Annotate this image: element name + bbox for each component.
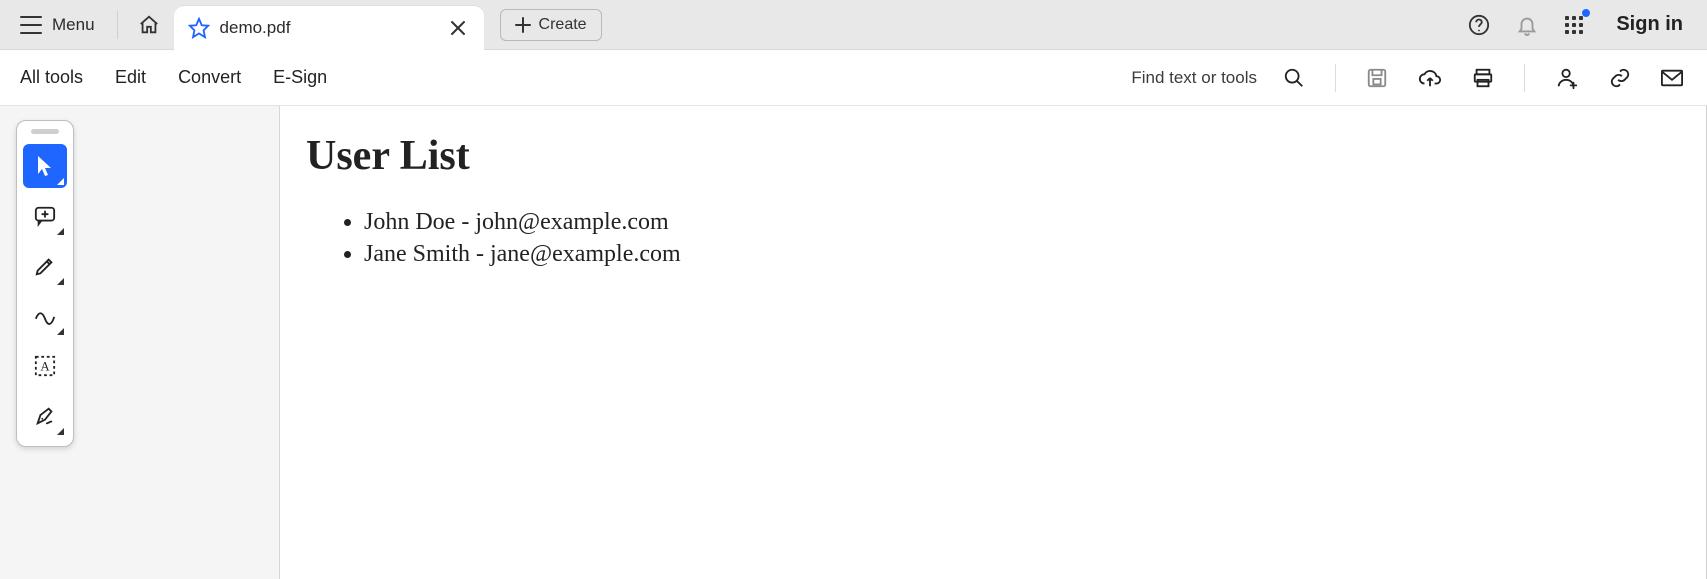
share-user-button[interactable] — [1551, 62, 1583, 94]
page-heading: User List — [306, 132, 1680, 180]
create-button[interactable]: Create — [500, 9, 602, 41]
tab-title: demo.pdf — [220, 18, 291, 38]
help-button[interactable] — [1464, 10, 1494, 40]
menu-button[interactable]: Menu — [14, 11, 101, 39]
envelope-icon — [1661, 69, 1683, 87]
sign-in-button[interactable]: Sign in — [1606, 13, 1693, 36]
text-select-icon: A — [34, 355, 56, 377]
topbar-right: Sign in — [1464, 10, 1693, 40]
fountain-pen-icon — [34, 405, 56, 427]
main-toolbar: All tools Edit Convert E-Sign Find text … — [0, 50, 1707, 106]
submenu-indicator-icon — [57, 228, 64, 235]
divider — [1335, 64, 1336, 92]
select-tool[interactable] — [23, 144, 67, 188]
user-list: John Doe - john@example.com Jane Smith -… — [306, 206, 1680, 271]
print-icon — [1472, 67, 1494, 89]
plus-icon — [515, 17, 531, 33]
search-icon — [1283, 67, 1305, 89]
document-tab[interactable]: demo.pdf — [174, 6, 484, 50]
submenu-indicator-icon — [57, 328, 64, 335]
comment-tool[interactable] — [23, 194, 67, 238]
search-button[interactable] — [1279, 63, 1309, 93]
submenu-indicator-icon — [57, 428, 64, 435]
divider — [117, 11, 118, 39]
text-select-tool[interactable]: A — [23, 344, 67, 388]
left-sidebar: A — [0, 106, 280, 579]
draw-freehand-icon — [34, 307, 56, 325]
toolbar-left: All tools Edit Convert E-Sign — [20, 67, 327, 88]
list-item: Jane Smith - jane@example.com — [364, 238, 1680, 270]
highlighter-icon — [34, 255, 56, 277]
sign-tool[interactable] — [23, 394, 67, 438]
link-icon — [1609, 67, 1631, 89]
draw-tool[interactable] — [23, 294, 67, 338]
svg-text:A: A — [40, 360, 50, 374]
apps-grid-icon — [1564, 15, 1584, 35]
tool-palette: A — [16, 120, 74, 447]
toolbar-right: Find text or tools — [1131, 62, 1687, 94]
home-icon — [138, 14, 160, 36]
menu-label: Menu — [52, 15, 95, 35]
highlight-tool[interactable] — [23, 244, 67, 288]
sign-in-label: Sign in — [1616, 13, 1683, 35]
workarea: A User List John Doe - john@example.com … — [0, 106, 1707, 579]
link-button[interactable] — [1605, 63, 1635, 93]
print-button[interactable] — [1468, 63, 1498, 93]
find-label[interactable]: Find text or tools — [1131, 68, 1257, 88]
email-button[interactable] — [1657, 65, 1687, 91]
tab-close-button[interactable] — [446, 16, 470, 40]
toolbar-all-tools[interactable]: All tools — [20, 67, 83, 88]
hamburger-icon — [20, 16, 42, 34]
help-icon — [1468, 14, 1490, 36]
cursor-icon — [35, 155, 55, 177]
list-item: John Doe - john@example.com — [364, 206, 1680, 238]
pdf-page: User List John Doe - john@example.com Ja… — [280, 106, 1707, 579]
toolbar-esign[interactable]: E-Sign — [273, 67, 327, 88]
document-viewport[interactable]: User List John Doe - john@example.com Ja… — [280, 106, 1707, 579]
title-bar: Menu demo.pdf Create — [0, 0, 1707, 50]
toolbar-edit[interactable]: Edit — [115, 67, 146, 88]
cloud-upload-icon — [1418, 67, 1442, 89]
apps-button[interactable] — [1560, 11, 1588, 39]
save-icon — [1366, 67, 1388, 89]
save-button[interactable] — [1362, 63, 1392, 93]
create-label: Create — [539, 16, 587, 34]
cloud-upload-button[interactable] — [1414, 63, 1446, 93]
divider — [1524, 64, 1525, 92]
toolbar-convert[interactable]: Convert — [178, 67, 241, 88]
submenu-indicator-icon — [57, 278, 64, 285]
bell-icon — [1516, 14, 1538, 36]
palette-drag-handle[interactable] — [31, 129, 59, 134]
notifications-button[interactable] — [1512, 10, 1542, 40]
close-icon — [450, 20, 466, 36]
submenu-indicator-icon — [57, 178, 64, 185]
star-icon — [188, 17, 210, 39]
share-user-icon — [1555, 66, 1579, 90]
home-button[interactable] — [134, 10, 164, 40]
comment-icon — [34, 205, 56, 227]
